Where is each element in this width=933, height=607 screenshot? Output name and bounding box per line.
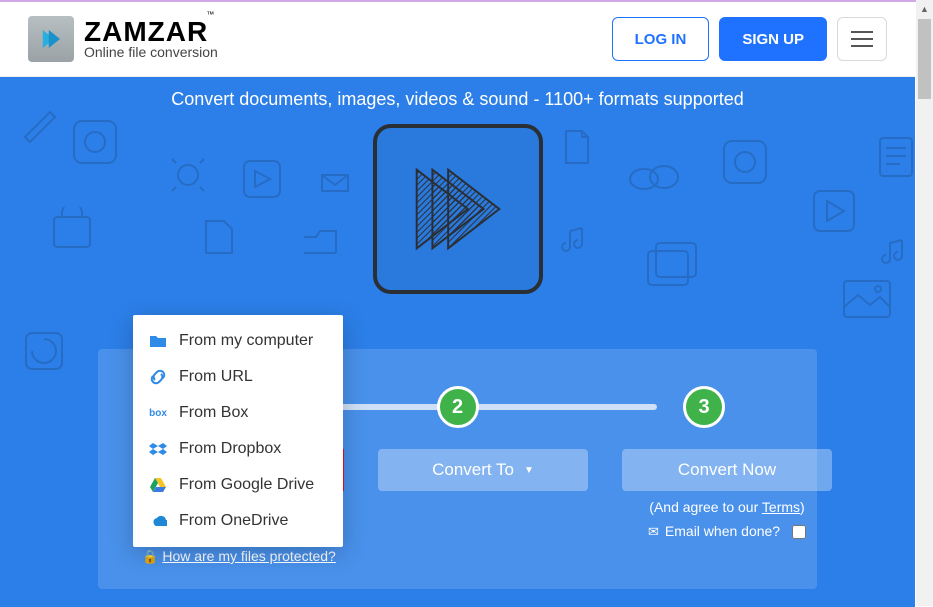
menu-item-from-gdrive[interactable]: From Google Drive <box>133 467 343 503</box>
gdrive-icon <box>149 476 167 494</box>
box-icon: box <box>149 404 167 422</box>
email-when-done-checkbox[interactable] <box>792 525 806 539</box>
brand[interactable]: ZAMZAR™ Online file conversion <box>28 16 218 62</box>
hero-logo-icon <box>373 124 543 294</box>
terms-hint: (And agree to our Terms) <box>649 499 804 515</box>
menu-button[interactable] <box>837 17 887 61</box>
source-menu: From my computer From URL box From Box F… <box>133 315 343 547</box>
email-hint: ✉Email when done? <box>648 523 806 540</box>
mail-icon: ✉ <box>648 524 659 539</box>
scroll-up-icon[interactable]: ▲ <box>916 0 933 17</box>
brand-name: ZAMZAR™ <box>84 18 218 46</box>
menu-item-from-box[interactable]: box From Box <box>133 395 343 431</box>
dropbox-icon <box>149 440 167 458</box>
terms-link[interactable]: Terms <box>762 499 800 515</box>
files-protected-link[interactable]: How are my files protected? <box>162 548 336 564</box>
menu-item-from-url[interactable]: From URL <box>133 359 343 395</box>
convert-to-label: Convert To <box>432 460 514 480</box>
menu-item-from-onedrive[interactable]: From OneDrive <box>133 503 343 539</box>
step-3-badge: 3 <box>683 386 725 428</box>
convert-now-label: Convert Now <box>678 460 776 480</box>
header: ZAMZAR™ Online file conversion LOG IN SI… <box>0 2 915 77</box>
step-2-badge: 2 <box>437 386 479 428</box>
menu-item-label: From Box <box>179 404 248 422</box>
menu-item-label: From Google Drive <box>179 476 314 494</box>
menu-item-from-computer[interactable]: From my computer <box>133 323 343 359</box>
protected-hint: 🔒 How are my files protected? <box>142 548 336 565</box>
logo-icon <box>28 16 74 62</box>
scroll-thumb[interactable] <box>918 19 931 99</box>
scrollbar[interactable]: ▲ <box>916 0 933 606</box>
convert-to-button[interactable]: Convert To ▼ <box>378 449 588 491</box>
menu-item-label: From OneDrive <box>179 512 288 530</box>
tagline: Convert documents, images, videos & soun… <box>0 89 915 110</box>
menu-item-label: From Dropbox <box>179 440 281 458</box>
onedrive-icon <box>149 512 167 530</box>
lock-icon: 🔒 <box>142 549 158 564</box>
link-icon <box>149 368 167 386</box>
convert-now-button[interactable]: Convert Now <box>622 449 832 491</box>
folder-icon <box>149 332 167 350</box>
menu-item-label: From my computer <box>179 332 313 350</box>
menu-item-from-dropbox[interactable]: From Dropbox <box>133 431 343 467</box>
login-button[interactable]: LOG IN <box>612 17 710 61</box>
menu-item-label: From URL <box>179 368 253 386</box>
hero: Convert documents, images, videos & soun… <box>0 77 915 607</box>
chevron-down-icon: ▼ <box>524 465 534 476</box>
signup-button[interactable]: SIGN UP <box>719 17 827 61</box>
